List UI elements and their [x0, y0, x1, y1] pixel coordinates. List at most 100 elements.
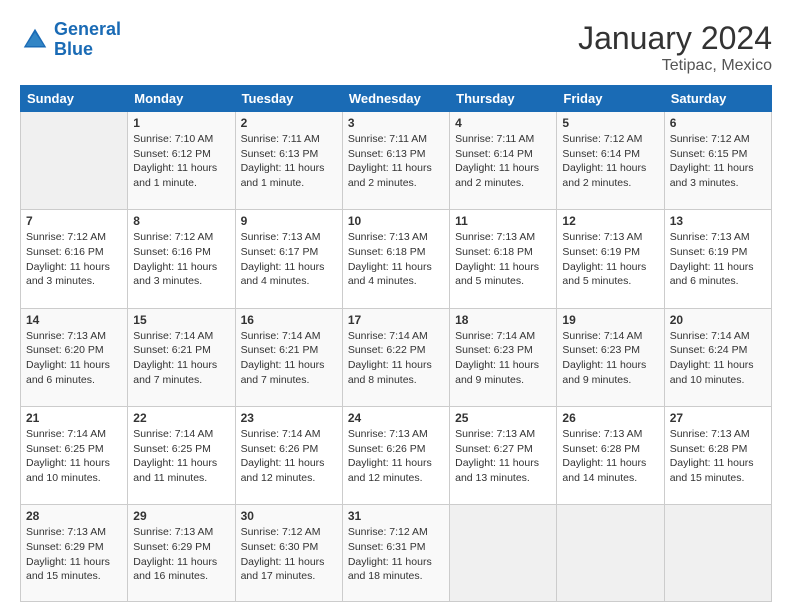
- table-row: 16Sunrise: 7:14 AM Sunset: 6:21 PM Dayli…: [235, 308, 342, 406]
- day-number: 14: [26, 313, 122, 327]
- day-number: 11: [455, 214, 551, 228]
- table-row: [557, 505, 664, 602]
- table-row: 21 Sunrise: 7:14 AM Sunset: 6:25 PM Dayli…: [21, 406, 128, 504]
- day-info: Sunrise: 7:13 AM Sunset: 6:19 PM Dayligh…: [562, 230, 658, 289]
- table-row: 7 Sunrise: 7:12 AM Sunset: 6:16 PM Daylig…: [21, 210, 128, 308]
- day-info: Sunrise: 7:13 AM Sunset: 6:26 PM Dayligh…: [348, 427, 444, 486]
- day-number: 9: [241, 214, 337, 228]
- day-number: 15: [133, 313, 229, 327]
- day-number: 29: [133, 509, 229, 523]
- day-info: Sunrise: 7:14 AM Sunset: 6:25 PM Dayligh…: [133, 427, 229, 486]
- table-row: 3 Sunrise: 7:11 AM Sunset: 6:13 PM Daylig…: [342, 112, 449, 210]
- day-number: 17: [348, 313, 444, 327]
- day-number: 18: [455, 313, 551, 327]
- title-area: January 2024 Tetipac, Mexico: [578, 20, 772, 75]
- day-info: Sunrise: 7:13 AM Sunset: 6:29 PM Dayligh…: [26, 525, 122, 584]
- day-info: Sunrise: 7:12 AM Sunset: 6:16 PM Dayligh…: [133, 230, 229, 289]
- day-number: 2: [241, 116, 337, 130]
- table-row: 24 Sunrise: 7:13 AM Sunset: 6:26 PM Dayli…: [342, 406, 449, 504]
- day-info: Sunrise: 7:12 AM Sunset: 6:31 PM Dayligh…: [348, 525, 444, 584]
- day-number: 24: [348, 411, 444, 425]
- day-number: 4: [455, 116, 551, 130]
- day-info: Sunrise: 7:13 AM Sunset: 6:28 PM Dayligh…: [670, 427, 766, 486]
- table-row: 4Sunrise: 7:11 AM Sunset: 6:14 PM Daylig…: [450, 112, 557, 210]
- table-row: 9 Sunrise: 7:13 AM Sunset: 6:17 PM Daylig…: [235, 210, 342, 308]
- day-number: 25: [455, 411, 551, 425]
- day-info: Sunrise: 7:11 AM Sunset: 6:13 PM Dayligh…: [241, 132, 337, 191]
- table-row: 14 Sunrise: 7:13 AM Sunset: 6:20 PM Dayli…: [21, 308, 128, 406]
- day-number: 7: [26, 214, 122, 228]
- day-info: Sunrise: 7:13 AM Sunset: 6:19 PM Dayligh…: [670, 230, 766, 289]
- col-saturday: Saturday: [664, 86, 771, 112]
- day-info: Sunrise: 7:14 AM Sunset: 6:21 PM Dayligh…: [133, 329, 229, 388]
- day-info: Sunrise: 7:12 AM Sunset: 6:14 PM Dayligh…: [562, 132, 658, 191]
- col-sunday: Sunday: [21, 86, 128, 112]
- day-info: Sunrise: 7:14 AM Sunset: 6:26 PM Dayligh…: [241, 427, 337, 486]
- col-thursday: Thursday: [450, 86, 557, 112]
- table-row: 29 Sunrise: 7:13 AM Sunset: 6:29 PM Dayli…: [128, 505, 235, 602]
- day-number: 19: [562, 313, 658, 327]
- day-info: Sunrise: 7:13 AM Sunset: 6:28 PM Dayligh…: [562, 427, 658, 486]
- day-info: Sunrise: 7:13 AM Sunset: 6:18 PM Dayligh…: [455, 230, 551, 289]
- day-number: 31: [348, 509, 444, 523]
- day-info: Sunrise: 7:12 AM Sunset: 6:30 PM Dayligh…: [241, 525, 337, 584]
- day-number: 10: [348, 214, 444, 228]
- table-row: 23 Sunrise: 7:14 AM Sunset: 6:26 PM Dayli…: [235, 406, 342, 504]
- day-number: 16: [241, 313, 337, 327]
- table-row: 5 Sunrise: 7:12 AM Sunset: 6:14 PM Daylig…: [557, 112, 664, 210]
- day-info: Sunrise: 7:13 AM Sunset: 6:29 PM Dayligh…: [133, 525, 229, 584]
- day-info: Sunrise: 7:13 AM Sunset: 6:20 PM Dayligh…: [26, 329, 122, 388]
- table-row: 20 Sunrise: 7:14 AM Sunset: 6:24 PM Dayli…: [664, 308, 771, 406]
- day-number: 23: [241, 411, 337, 425]
- day-info: Sunrise: 7:11 AM Sunset: 6:13 PM Dayligh…: [348, 132, 444, 191]
- day-number: 3: [348, 116, 444, 130]
- table-row: 22Sunrise: 7:14 AM Sunset: 6:25 PM Dayli…: [128, 406, 235, 504]
- table-row: 1 Sunrise: 7:10 AM Sunset: 6:12 PM Daylig…: [128, 112, 235, 210]
- table-row: 30Sunrise: 7:12 AM Sunset: 6:30 PM Dayli…: [235, 505, 342, 602]
- col-friday: Friday: [557, 86, 664, 112]
- day-number: 13: [670, 214, 766, 228]
- day-info: Sunrise: 7:14 AM Sunset: 6:23 PM Dayligh…: [455, 329, 551, 388]
- day-info: Sunrise: 7:14 AM Sunset: 6:24 PM Dayligh…: [670, 329, 766, 388]
- day-info: Sunrise: 7:14 AM Sunset: 6:23 PM Dayligh…: [562, 329, 658, 388]
- day-info: Sunrise: 7:14 AM Sunset: 6:22 PM Dayligh…: [348, 329, 444, 388]
- page: General Blue January 2024 Tetipac, Mexic…: [0, 0, 792, 612]
- table-row: 8 Sunrise: 7:12 AM Sunset: 6:16 PM Daylig…: [128, 210, 235, 308]
- day-number: 20: [670, 313, 766, 327]
- table-row: [21, 112, 128, 210]
- header: General Blue January 2024 Tetipac, Mexic…: [20, 20, 772, 75]
- day-info: Sunrise: 7:14 AM Sunset: 6:25 PM Dayligh…: [26, 427, 122, 486]
- day-number: 21: [26, 411, 122, 425]
- table-row: 28 Sunrise: 7:13 AM Sunset: 6:29 PM Dayli…: [21, 505, 128, 602]
- day-number: 1: [133, 116, 229, 130]
- table-row: 15 Sunrise: 7:14 AM Sunset: 6:21 PM Dayli…: [128, 308, 235, 406]
- table-row: 13 Sunrise: 7:13 AM Sunset: 6:19 PM Dayli…: [664, 210, 771, 308]
- table-row: 27 Sunrise: 7:13 AM Sunset: 6:28 PM Dayli…: [664, 406, 771, 504]
- location: Tetipac, Mexico: [578, 57, 772, 75]
- day-number: 28: [26, 509, 122, 523]
- table-row: 19 Sunrise: 7:14 AM Sunset: 6:23 PM Dayli…: [557, 308, 664, 406]
- logo-line1: General: [54, 19, 121, 39]
- day-info: Sunrise: 7:10 AM Sunset: 6:12 PM Dayligh…: [133, 132, 229, 191]
- table-row: 25 Sunrise: 7:13 AM Sunset: 6:27 PM Dayli…: [450, 406, 557, 504]
- table-row: 26Sunrise: 7:13 AM Sunset: 6:28 PM Dayli…: [557, 406, 664, 504]
- col-tuesday: Tuesday: [235, 86, 342, 112]
- day-info: Sunrise: 7:13 AM Sunset: 6:18 PM Dayligh…: [348, 230, 444, 289]
- table-row: 18 Sunrise: 7:14 AM Sunset: 6:23 PM Dayli…: [450, 308, 557, 406]
- table-row: 6Sunrise: 7:12 AM Sunset: 6:15 PM Daylig…: [664, 112, 771, 210]
- table-row: 2 Sunrise: 7:11 AM Sunset: 6:13 PM Daylig…: [235, 112, 342, 210]
- logo-line2: Blue: [54, 39, 93, 59]
- logo-text: General Blue: [54, 20, 121, 60]
- day-number: 5: [562, 116, 658, 130]
- calendar: Sunday Monday Tuesday Wednesday Thursday…: [20, 85, 772, 602]
- day-number: 27: [670, 411, 766, 425]
- day-info: Sunrise: 7:13 AM Sunset: 6:17 PM Dayligh…: [241, 230, 337, 289]
- table-row: [450, 505, 557, 602]
- logo: General Blue: [20, 20, 121, 60]
- month-year: January 2024: [578, 20, 772, 57]
- table-row: [664, 505, 771, 602]
- day-info: Sunrise: 7:12 AM Sunset: 6:16 PM Dayligh…: [26, 230, 122, 289]
- table-row: 10 Sunrise: 7:13 AM Sunset: 6:18 PM Dayli…: [342, 210, 449, 308]
- day-number: 8: [133, 214, 229, 228]
- day-info: Sunrise: 7:13 AM Sunset: 6:27 PM Dayligh…: [455, 427, 551, 486]
